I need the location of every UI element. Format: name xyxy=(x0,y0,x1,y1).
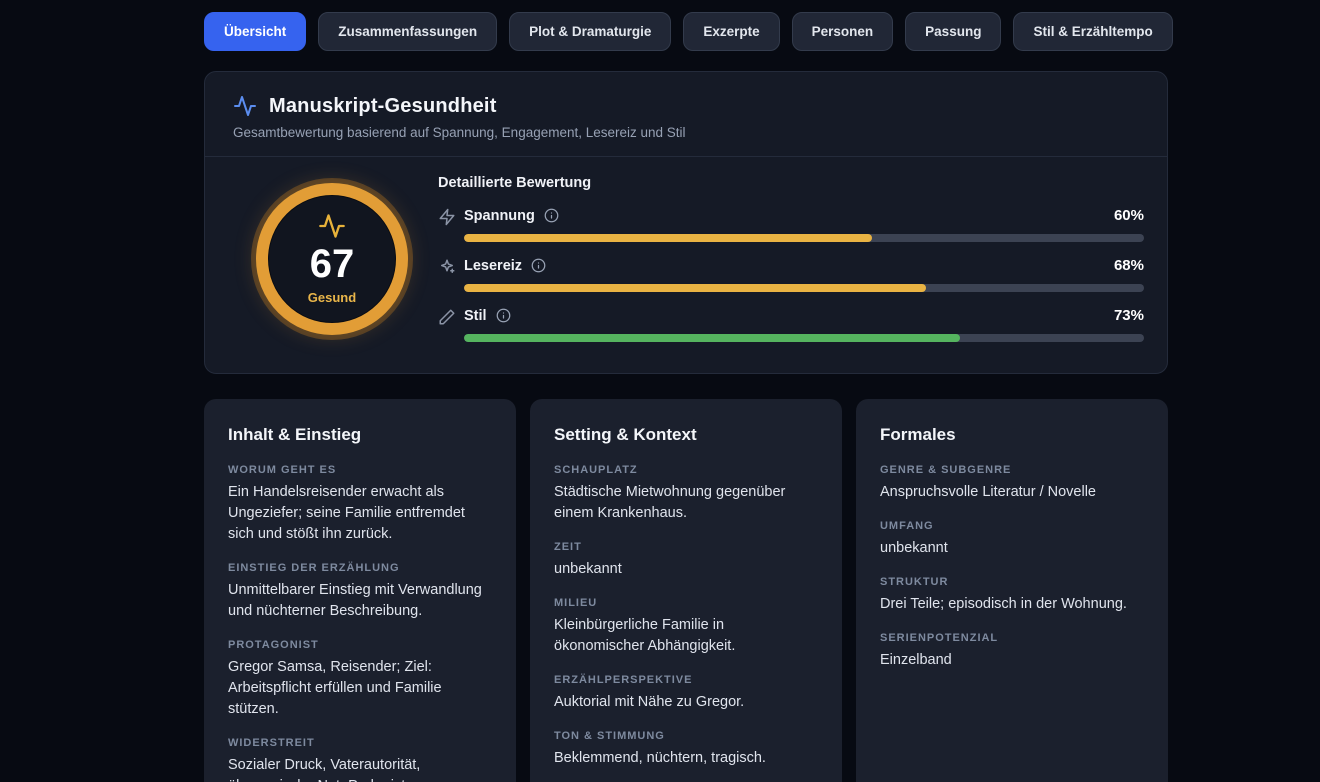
card-section: Zeit unbekannt xyxy=(554,541,818,580)
tab-plot-dramaturgie[interactable]: Plot & Dramaturgie xyxy=(509,12,671,51)
tab-bar: Übersicht Zusammenfassungen Plot & Dramatu… xyxy=(204,12,1168,51)
section-label: Widerstreit xyxy=(228,737,492,749)
info-cards-row: Inhalt & Einstieg Worum geht es Ein Hand… xyxy=(204,399,1168,782)
info-icon[interactable] xyxy=(496,308,511,323)
section-label: Serienpotenzial xyxy=(880,632,1144,644)
metric-label: Spannung xyxy=(464,208,535,224)
health-card-title: Manuskript-Gesundheit xyxy=(269,95,497,118)
section-text: Kleinbürgerliche Familie in ökonomischer… xyxy=(554,615,818,657)
metric-progress-fill xyxy=(464,334,960,342)
tab-stil-erzähltempo[interactable]: Stil & Erzähltempo xyxy=(1013,12,1172,51)
card-section: Schauplatz Städtische Mietwohnung gegenü… xyxy=(554,464,818,524)
tab-passung[interactable]: Passung xyxy=(905,12,1001,51)
card-section: Umfang unbekannt xyxy=(880,520,1144,559)
section-text: Unmittelbarer Einstieg mit Verwandlung u… xyxy=(228,580,492,622)
health-gauge: 67 Gesund xyxy=(256,183,408,335)
metric-value: 68% xyxy=(1114,257,1144,274)
metric-progress-track xyxy=(464,334,1144,342)
zap-icon xyxy=(438,207,464,242)
card-section: Milieu Kleinbürgerliche Familie in ökono… xyxy=(554,597,818,657)
section-text: Städtische Mietwohnung gegenüber einem K… xyxy=(554,482,818,524)
metric-row: Lesereiz 68% xyxy=(438,257,1144,292)
card-section: Widerstreit Sozialer Druck, Vaterautorit… xyxy=(228,737,492,782)
metric-row: Spannung 60% xyxy=(438,207,1144,242)
metric-label: Stil xyxy=(464,308,487,324)
section-text: Sozialer Druck, Vaterautorität, ökonomis… xyxy=(228,755,492,782)
metric-progress-fill xyxy=(464,284,926,292)
section-text: unbekannt xyxy=(880,538,1144,559)
page-content: Übersicht Zusammenfassungen Plot & Dramatu… xyxy=(204,12,1168,782)
section-text: Ein Handelsreisender erwacht als Ungezie… xyxy=(228,482,492,545)
health-card-header: Manuskript-Gesundheit Gesamtbewertung ba… xyxy=(205,72,1167,157)
health-score-label: Gesund xyxy=(308,290,356,305)
section-text: Anspruchsvolle Literatur / Novelle xyxy=(880,482,1144,503)
activity-icon xyxy=(233,94,257,118)
tab-übersicht[interactable]: Übersicht xyxy=(204,12,306,51)
sparkles-icon xyxy=(438,257,464,292)
card-section: Protagonist Gregor Samsa, Reisender; Zie… xyxy=(228,639,492,720)
info-card-setting-kontext: Setting & Kontext Schauplatz Städtische … xyxy=(530,399,842,782)
section-text: Gregor Samsa, Reisender; Ziel: Arbeitspf… xyxy=(228,657,492,720)
section-text: Einzelband xyxy=(880,650,1144,671)
info-card-formales: Formales Genre & Subgenre Anspruchsvolle… xyxy=(856,399,1168,782)
card-section: Serienpotenzial Einzelband xyxy=(880,632,1144,671)
pencil-icon xyxy=(438,307,464,342)
detailed-rating-panel: Detaillierte Bewertung Spannung 60% Lese… xyxy=(435,175,1144,342)
section-label: Umfang xyxy=(880,520,1144,532)
card-section: Struktur Drei Teile; episodisch in der W… xyxy=(880,576,1144,615)
section-text: Auktorial mit Nähe zu Gregor. xyxy=(554,692,818,713)
info-icon[interactable] xyxy=(531,258,546,273)
card-section: Worum geht es Ein Handelsreisender erwac… xyxy=(228,464,492,545)
info-icon[interactable] xyxy=(544,208,559,223)
section-label: Worum geht es xyxy=(228,464,492,476)
section-label: Schauplatz xyxy=(554,464,818,476)
metric-row: Stil 73% xyxy=(438,307,1144,342)
metric-label: Lesereiz xyxy=(464,258,522,274)
section-label: Milieu xyxy=(554,597,818,609)
section-label: Genre & Subgenre xyxy=(880,464,1144,476)
metrics-list: Spannung 60% Lesereiz 68% xyxy=(438,207,1144,342)
metric-progress-fill xyxy=(464,234,872,242)
card-section: Einstieg der Erzählung Unmittelbarer Ein… xyxy=(228,562,492,622)
health-card-subtitle: Gesamtbewertung basierend auf Spannung, … xyxy=(233,125,1139,140)
metric-value: 60% xyxy=(1114,207,1144,224)
tab-personen[interactable]: Personen xyxy=(792,12,894,51)
detailed-rating-title: Detaillierte Bewertung xyxy=(438,175,1144,191)
manuscript-health-card: Manuskript-Gesundheit Gesamtbewertung ba… xyxy=(204,71,1168,374)
section-label: Ton & Stimmung xyxy=(554,730,818,742)
tab-zusammenfassungen[interactable]: Zusammenfassungen xyxy=(318,12,497,51)
section-label: Erzählperspektive xyxy=(554,674,818,686)
info-card-title: Formales xyxy=(880,425,1144,445)
metric-progress-track xyxy=(464,284,1144,292)
section-text: Drei Teile; episodisch in der Wohnung. xyxy=(880,594,1144,615)
card-section: Genre & Subgenre Anspruchsvolle Literatu… xyxy=(880,464,1144,503)
section-label: Struktur xyxy=(880,576,1144,588)
health-gauge-wrap: 67 Gesund xyxy=(229,183,435,335)
tab-exzerpte[interactable]: Exzerpte xyxy=(683,12,779,51)
info-card-title: Inhalt & Einstieg xyxy=(228,425,492,445)
card-section: Erzählperspektive Auktorial mit Nähe zu … xyxy=(554,674,818,713)
section-label: Einstieg der Erzählung xyxy=(228,562,492,574)
section-label: Zeit xyxy=(554,541,818,553)
health-score: 67 xyxy=(310,244,355,284)
card-section: Ton & Stimmung Beklemmend, nüchtern, tra… xyxy=(554,730,818,769)
section-text: Beklemmend, nüchtern, tragisch. xyxy=(554,748,818,769)
section-text: unbekannt xyxy=(554,559,818,580)
info-card-title: Setting & Kontext xyxy=(554,425,818,445)
pulse-icon xyxy=(318,212,346,240)
info-card-inhalt-einstieg: Inhalt & Einstieg Worum geht es Ein Hand… xyxy=(204,399,516,782)
metric-value: 73% xyxy=(1114,307,1144,324)
section-label: Protagonist xyxy=(228,639,492,651)
metric-progress-track xyxy=(464,234,1144,242)
